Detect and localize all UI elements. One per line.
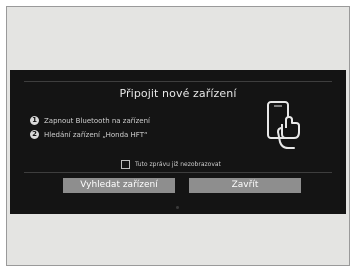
step-2: 2 Hledání zařízení „Honda HFT“ <box>30 128 150 141</box>
step-number-icon: 2 <box>30 130 39 139</box>
step-text: Hledání zařízení „Honda HFT“ <box>44 130 148 139</box>
step-text: Zapnout Bluetooth na zařízení <box>44 116 150 125</box>
step-number-icon: 1 <box>30 116 39 125</box>
steps-list: 1 Zapnout Bluetooth na zařízení 2 Hledán… <box>30 114 150 142</box>
bottom-divider <box>24 172 332 173</box>
page-indicator-dot <box>176 206 179 209</box>
step-1: 1 Zapnout Bluetooth na zařízení <box>30 114 150 127</box>
close-button[interactable]: Zavřít <box>189 178 301 193</box>
dont-show-again-row[interactable]: Tuto zprávu již nezobrazovat <box>121 160 221 169</box>
dont-show-again-label: Tuto zprávu již nezobrazovat <box>135 161 221 168</box>
top-divider <box>24 81 332 82</box>
dialog-screen: Připojit nové zařízení 1 Zapnout Bluetoo… <box>10 70 346 214</box>
dont-show-again-checkbox[interactable] <box>121 160 130 169</box>
phone-touch-icon <box>262 98 304 154</box>
search-devices-button[interactable]: Vyhledat zařízení <box>63 178 175 193</box>
